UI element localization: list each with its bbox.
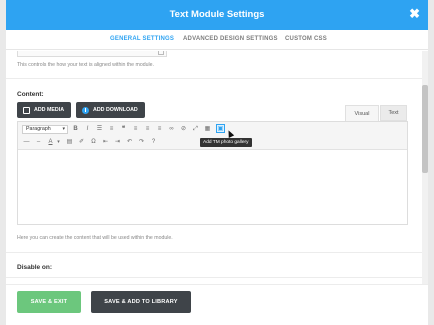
settings-tabs: GENERAL SETTINGS ADVANCED DESIGN SETTING… <box>6 30 428 50</box>
text-orientation-help: This controls the how your text is align… <box>17 62 154 68</box>
modal-title: Text Module Settings <box>169 9 265 20</box>
add-download-label: ADD DOWNLOAD <box>93 107 138 113</box>
align-right-icon[interactable]: ≡ <box>155 125 164 134</box>
blockquote-icon[interactable]: ❝ <box>119 125 128 134</box>
close-icon[interactable]: ✖ <box>409 7 420 21</box>
tab-custom-css[interactable]: CUSTOM CSS <box>285 36 327 42</box>
format-select[interactable]: Paragraph ▾ <box>22 125 68 134</box>
add-media-button[interactable]: ADD MEDIA <box>17 102 71 118</box>
divider <box>6 277 422 278</box>
divider <box>6 78 422 79</box>
tab-general-settings[interactable]: GENERAL SETTINGS <box>110 36 174 42</box>
italic-icon[interactable]: I <box>83 125 92 134</box>
disable-on-label: Disable on: <box>17 264 53 271</box>
fullscreen-icon[interactable]: ⤢ <box>191 125 200 134</box>
media-icon <box>23 106 30 114</box>
download-icon <box>82 106 89 114</box>
select-arrow-icon <box>158 51 164 55</box>
clear-formatting-icon[interactable]: ✐ <box>77 138 86 147</box>
scrollbar-thumb[interactable] <box>422 85 428 173</box>
redo-icon[interactable]: ↷ <box>137 138 146 147</box>
modal-footer: SAVE & EXIT SAVE & ADD TO LIBRARY <box>6 284 428 325</box>
align-left-icon[interactable]: ≡ <box>131 125 140 134</box>
help-icon[interactable]: ? <box>149 138 158 147</box>
text-orientation-select[interactable] <box>17 51 167 57</box>
toolbar-toggle-icon[interactable]: ▦ <box>203 125 212 134</box>
save-exit-button[interactable]: SAVE & EXIT <box>17 291 81 313</box>
tab-advanced-design-settings[interactable]: ADVANCED DESIGN SETTINGS <box>183 36 278 42</box>
settings-modal: Text Module Settings ✖ GENERAL SETTINGS … <box>6 0 428 325</box>
settings-scroll-area: This controls the how your text is align… <box>6 51 422 284</box>
tm-photo-gallery-icon[interactable]: ▣ <box>216 124 225 133</box>
content-editor[interactable]: Paragraph ▾ B I ☰ ≡ ❝ ≡ ≡ ≡ ∞ ⊘ ⤢ ▦ ▣ — … <box>17 121 408 225</box>
undo-icon[interactable]: ↶ <box>125 138 134 147</box>
chevron-down-icon: ▾ <box>62 126 65 132</box>
divider <box>6 252 422 253</box>
format-select-value: Paragraph <box>26 126 51 132</box>
numbered-list-icon[interactable]: ≡ <box>107 125 116 134</box>
text-color-dropdown-icon[interactable]: ▾ <box>54 138 63 147</box>
gallery-tooltip: Add TM photo gallery <box>200 138 252 147</box>
add-download-button[interactable]: ADD DOWNLOAD <box>76 102 145 118</box>
editor-tab-visual[interactable]: Visual <box>345 105 379 121</box>
editor-tab-text[interactable]: Text <box>380 105 407 121</box>
add-media-label: ADD MEDIA <box>34 107 65 113</box>
unlink-icon[interactable]: ⊘ <box>179 125 188 134</box>
modal-header: Text Module Settings ✖ <box>6 0 428 30</box>
strikethrough-icon[interactable]: — <box>22 138 31 147</box>
bullet-list-icon[interactable]: ☰ <box>95 125 104 134</box>
align-center-icon[interactable]: ≡ <box>143 125 152 134</box>
special-character-icon[interactable]: Ω <box>89 138 98 147</box>
paste-text-icon[interactable]: ▤ <box>65 138 74 147</box>
link-icon[interactable]: ∞ <box>167 125 176 134</box>
scrollbar[interactable] <box>422 51 428 284</box>
content-help: Here you can create the content that wil… <box>17 235 173 241</box>
indent-icon[interactable]: ⇥ <box>113 138 122 147</box>
horizontal-line-icon[interactable]: – <box>34 138 43 147</box>
outdent-icon[interactable]: ⇤ <box>101 138 110 147</box>
save-add-to-library-button[interactable]: SAVE & ADD TO LIBRARY <box>91 291 191 313</box>
content-label: Content: <box>17 91 44 98</box>
bold-icon[interactable]: B <box>71 125 80 134</box>
